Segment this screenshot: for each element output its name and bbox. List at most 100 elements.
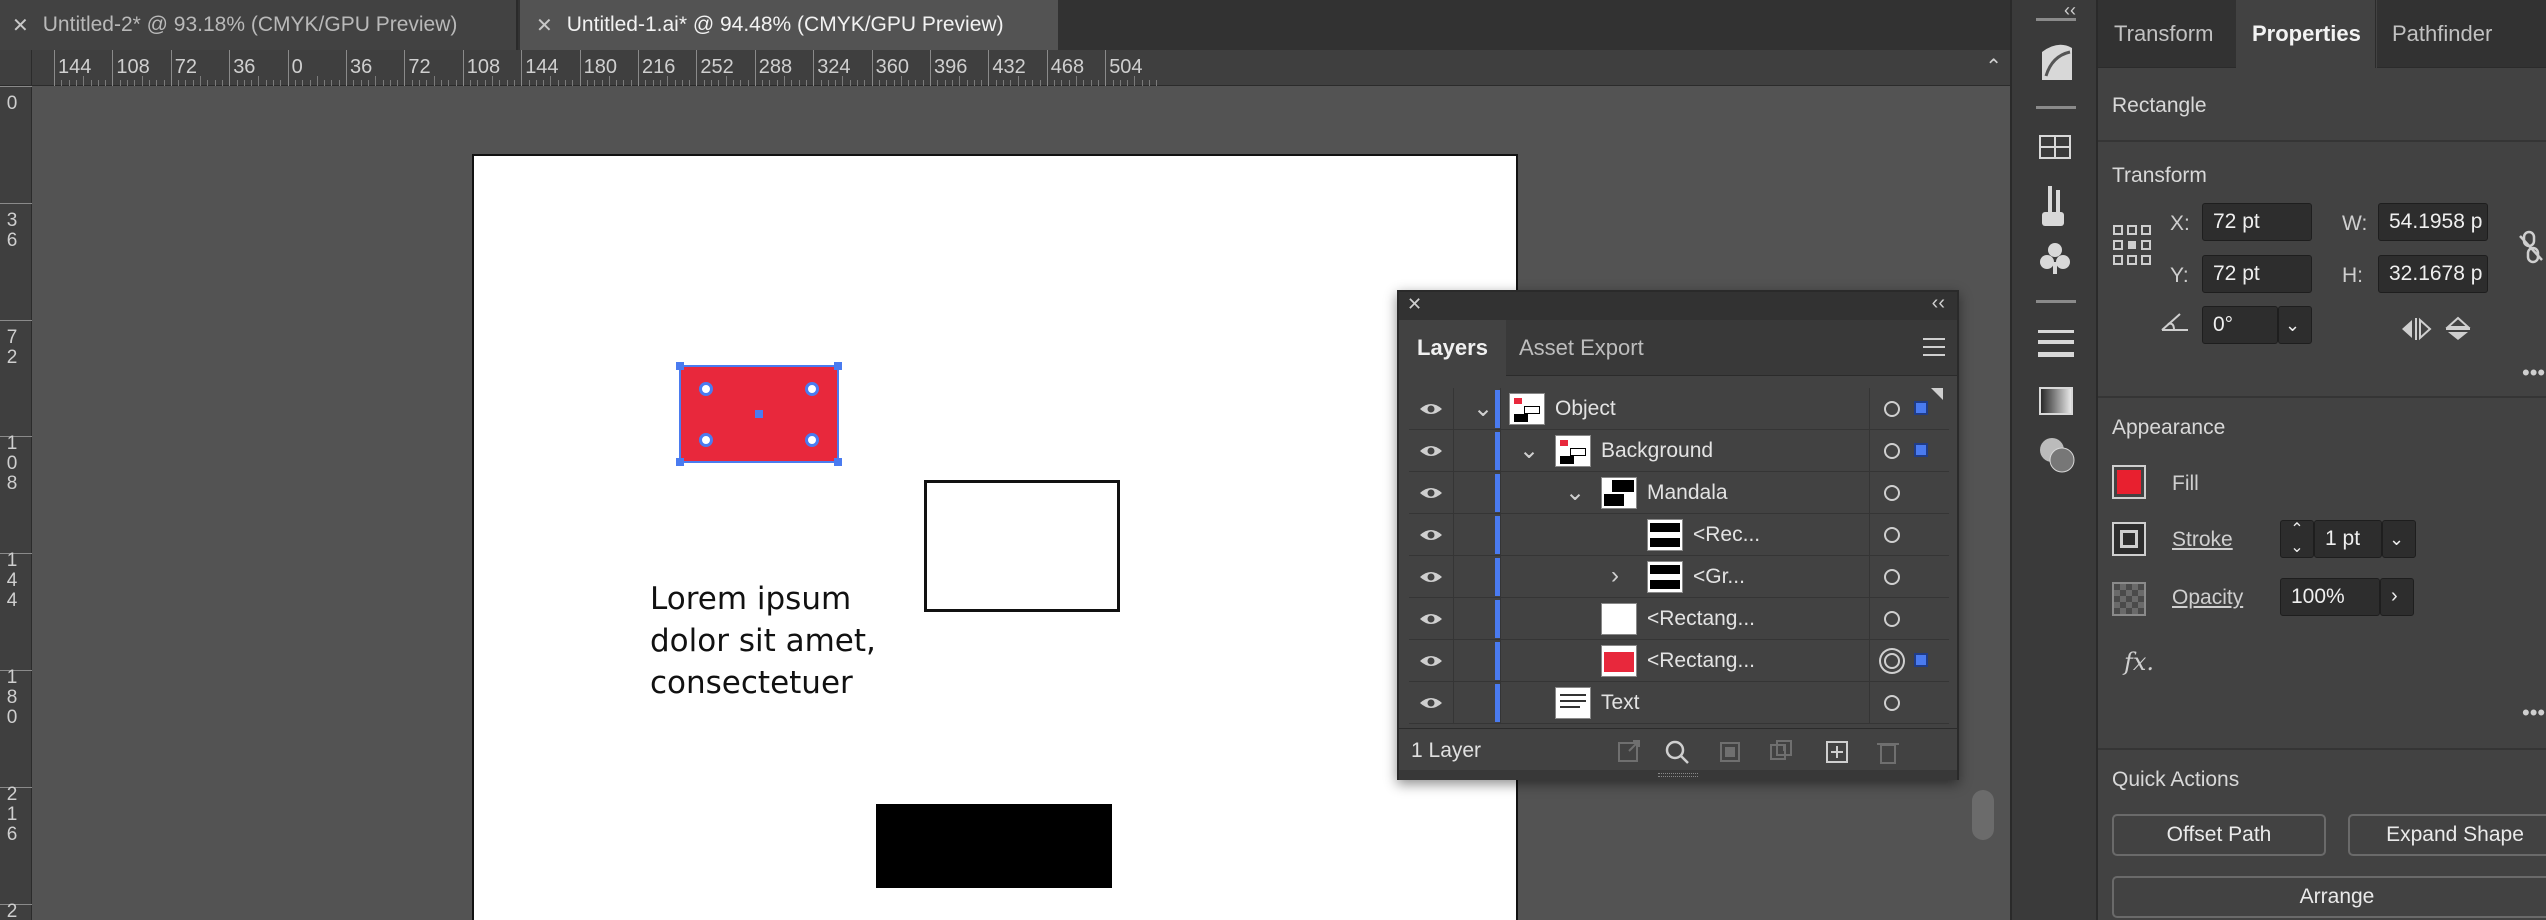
vertical-ruler[interactable]: 03672108144180216252 bbox=[0, 86, 32, 920]
more-options-icon[interactable]: ••• bbox=[2522, 700, 2545, 726]
tab-untitled-2[interactable]: ✕ Untitled-2* @ 93.18% (CMYK/GPU Preview… bbox=[0, 0, 518, 50]
chevron-down-icon[interactable]: ⌄ bbox=[1473, 394, 1493, 423]
panel-menu-icon[interactable] bbox=[1923, 338, 1945, 356]
target-circle-icon[interactable] bbox=[1884, 401, 1900, 417]
target-circle-icon[interactable] bbox=[1884, 695, 1900, 711]
target-circle-icon[interactable] bbox=[1884, 527, 1900, 543]
link-proportions-icon[interactable] bbox=[2518, 230, 2546, 264]
layer-row[interactable]: <Rectang... bbox=[1409, 598, 1949, 640]
ruler-minor-tick bbox=[1083, 80, 1085, 86]
target-circle-icon[interactable] bbox=[1884, 569, 1900, 585]
target-circle-icon[interactable] bbox=[1884, 485, 1900, 501]
lock-toggle[interactable] bbox=[1453, 640, 1501, 682]
angle-dropdown[interactable]: ⌄ bbox=[2278, 306, 2312, 344]
stroke-swatch[interactable] bbox=[2112, 522, 2146, 556]
vertical-scrollbar-thumb[interactable] bbox=[1972, 790, 1994, 840]
stroke-weight-dropdown[interactable]: ⌄ bbox=[2382, 520, 2416, 558]
lock-toggle[interactable] bbox=[1453, 556, 1501, 598]
selection-indicator[interactable] bbox=[1914, 443, 1928, 457]
eye-icon[interactable] bbox=[1419, 608, 1443, 630]
collapse-icon[interactable]: ‹‹ bbox=[1932, 292, 1945, 315]
width-field[interactable]: 54.1958 p bbox=[2378, 203, 2488, 241]
fx-effects-button[interactable]: fx. bbox=[2124, 648, 2154, 676]
lorem-text-block[interactable]: Lorem ipsum dolor sit amet, consectetuer bbox=[650, 578, 876, 704]
offset-path-button[interactable]: Offset Path bbox=[2112, 814, 2326, 856]
selection-indicator[interactable] bbox=[1914, 401, 1928, 415]
opacity-expand[interactable]: › bbox=[2380, 578, 2414, 616]
lock-toggle[interactable] bbox=[1453, 682, 1501, 724]
chevron-up-icon[interactable]: ⌃ bbox=[1985, 54, 2002, 79]
height-field[interactable]: 32.1678 p bbox=[2378, 255, 2488, 293]
target-circle-icon[interactable] bbox=[1884, 443, 1900, 459]
layer-row[interactable]: ⌄ Object bbox=[1409, 388, 1949, 430]
reference-point-icon[interactable] bbox=[2112, 224, 2152, 268]
eye-icon[interactable] bbox=[1419, 398, 1443, 420]
lock-toggle[interactable] bbox=[1453, 598, 1501, 640]
chevron-right-icon[interactable]: › bbox=[1611, 562, 1619, 590]
arrange-button[interactable]: Arrange bbox=[2112, 876, 2546, 918]
stroke-weight-field[interactable]: 1 pt bbox=[2314, 520, 2382, 558]
more-options-icon[interactable]: ••• bbox=[2522, 360, 2545, 386]
black-rectangle[interactable] bbox=[876, 804, 1112, 888]
chevron-down-icon[interactable]: ⌄ bbox=[1565, 478, 1585, 507]
ruler-minor-tick bbox=[440, 80, 442, 86]
close-icon[interactable]: ✕ bbox=[1407, 294, 1422, 315]
layer-name[interactable]: Text bbox=[1601, 691, 1640, 715]
chevron-up-icon[interactable]: ⌃ bbox=[2281, 521, 2313, 539]
layers-panel-titlebar[interactable]: ✕ ‹‹ bbox=[1399, 292, 1957, 320]
close-icon[interactable]: ✕ bbox=[12, 13, 29, 38]
stroke-weight-stepper[interactable]: ⌃ ⌄ bbox=[2280, 520, 2314, 558]
eye-icon[interactable] bbox=[1419, 524, 1443, 546]
tab-layers[interactable]: Layers bbox=[1399, 320, 1506, 376]
layer-name[interactable]: Mandala bbox=[1647, 481, 1728, 505]
panel-resize-grip[interactable] bbox=[1399, 770, 1957, 780]
opacity-field[interactable]: 100% bbox=[2280, 578, 2380, 616]
tab-transform[interactable]: Transform bbox=[2098, 0, 2229, 68]
ruler-tick-label: 4 bbox=[6, 590, 18, 612]
layer-name[interactable]: <Rectang... bbox=[1647, 649, 1755, 673]
tab-pathfinder[interactable]: Pathfinder bbox=[2375, 0, 2508, 68]
eye-icon[interactable] bbox=[1419, 440, 1443, 462]
layer-row[interactable]: › <Gr... bbox=[1409, 556, 1949, 598]
ruler-origin[interactable] bbox=[0, 50, 32, 86]
layer-name[interactable]: <Rec... bbox=[1693, 523, 1760, 547]
white-rectangle[interactable] bbox=[924, 480, 1120, 612]
layer-name[interactable]: Object bbox=[1555, 397, 1616, 421]
opacity-checker-icon[interactable] bbox=[2112, 582, 2146, 616]
target-circle-icon[interactable] bbox=[1884, 611, 1900, 627]
layer-row[interactable]: ⌄ Mandala bbox=[1409, 472, 1949, 514]
target-circle-icon[interactable] bbox=[1884, 653, 1900, 669]
rotate-angle-field[interactable]: 0° bbox=[2202, 306, 2278, 344]
layer-name[interactable]: <Rectang... bbox=[1647, 607, 1755, 631]
fill-swatch[interactable] bbox=[2112, 465, 2146, 499]
x-position-field[interactable]: 72 pt bbox=[2202, 203, 2312, 241]
expand-shape-button[interactable]: Expand Shape bbox=[2348, 814, 2546, 856]
chevron-down-icon[interactable]: ⌄ bbox=[2281, 539, 2313, 557]
horizontal-ruler[interactable]: 144 108 72 36 0 36 72 108 144 180 216 252 288 324 360 3… bbox=[0, 50, 2010, 86]
selected-red-rectangle[interactable] bbox=[674, 360, 844, 472]
tab-properties[interactable]: Properties bbox=[2236, 0, 2377, 68]
tab-asset-export[interactable]: Asset Export bbox=[1501, 320, 1662, 376]
layer-row[interactable]: <Rec... bbox=[1409, 514, 1949, 556]
eye-icon[interactable] bbox=[1419, 566, 1443, 588]
lock-toggle[interactable] bbox=[1453, 472, 1501, 514]
eye-icon[interactable] bbox=[1419, 692, 1443, 714]
stroke-label[interactable]: Stroke bbox=[2172, 528, 2233, 552]
artboard[interactable]: Lorem ipsum dolor sit amet, consectetuer bbox=[472, 154, 1518, 920]
eye-icon[interactable] bbox=[1419, 650, 1443, 672]
lock-toggle[interactable] bbox=[1453, 514, 1501, 556]
close-icon[interactable]: ✕ bbox=[536, 13, 553, 38]
opacity-label[interactable]: Opacity bbox=[2172, 586, 2243, 610]
tab-untitled-1[interactable]: ✕ Untitled-1.ai* @ 94.48% (CMYK/GPU Prev… bbox=[520, 0, 1058, 50]
selection-indicator[interactable] bbox=[1914, 653, 1928, 667]
flip-vertical-icon bbox=[2445, 316, 2471, 340]
layer-row[interactable]: ⌄ Background bbox=[1409, 430, 1949, 472]
layer-name[interactable]: Background bbox=[1601, 439, 1713, 463]
layer-row[interactable]: Text bbox=[1409, 682, 1949, 724]
chevron-down-icon[interactable]: ⌄ bbox=[1519, 436, 1539, 465]
lock-toggle[interactable] bbox=[1453, 430, 1501, 472]
eye-icon[interactable] bbox=[1419, 482, 1443, 504]
layer-row[interactable]: <Rectang... bbox=[1409, 640, 1949, 682]
y-position-field[interactable]: 72 pt bbox=[2202, 255, 2312, 293]
layer-name[interactable]: <Gr... bbox=[1693, 565, 1745, 589]
